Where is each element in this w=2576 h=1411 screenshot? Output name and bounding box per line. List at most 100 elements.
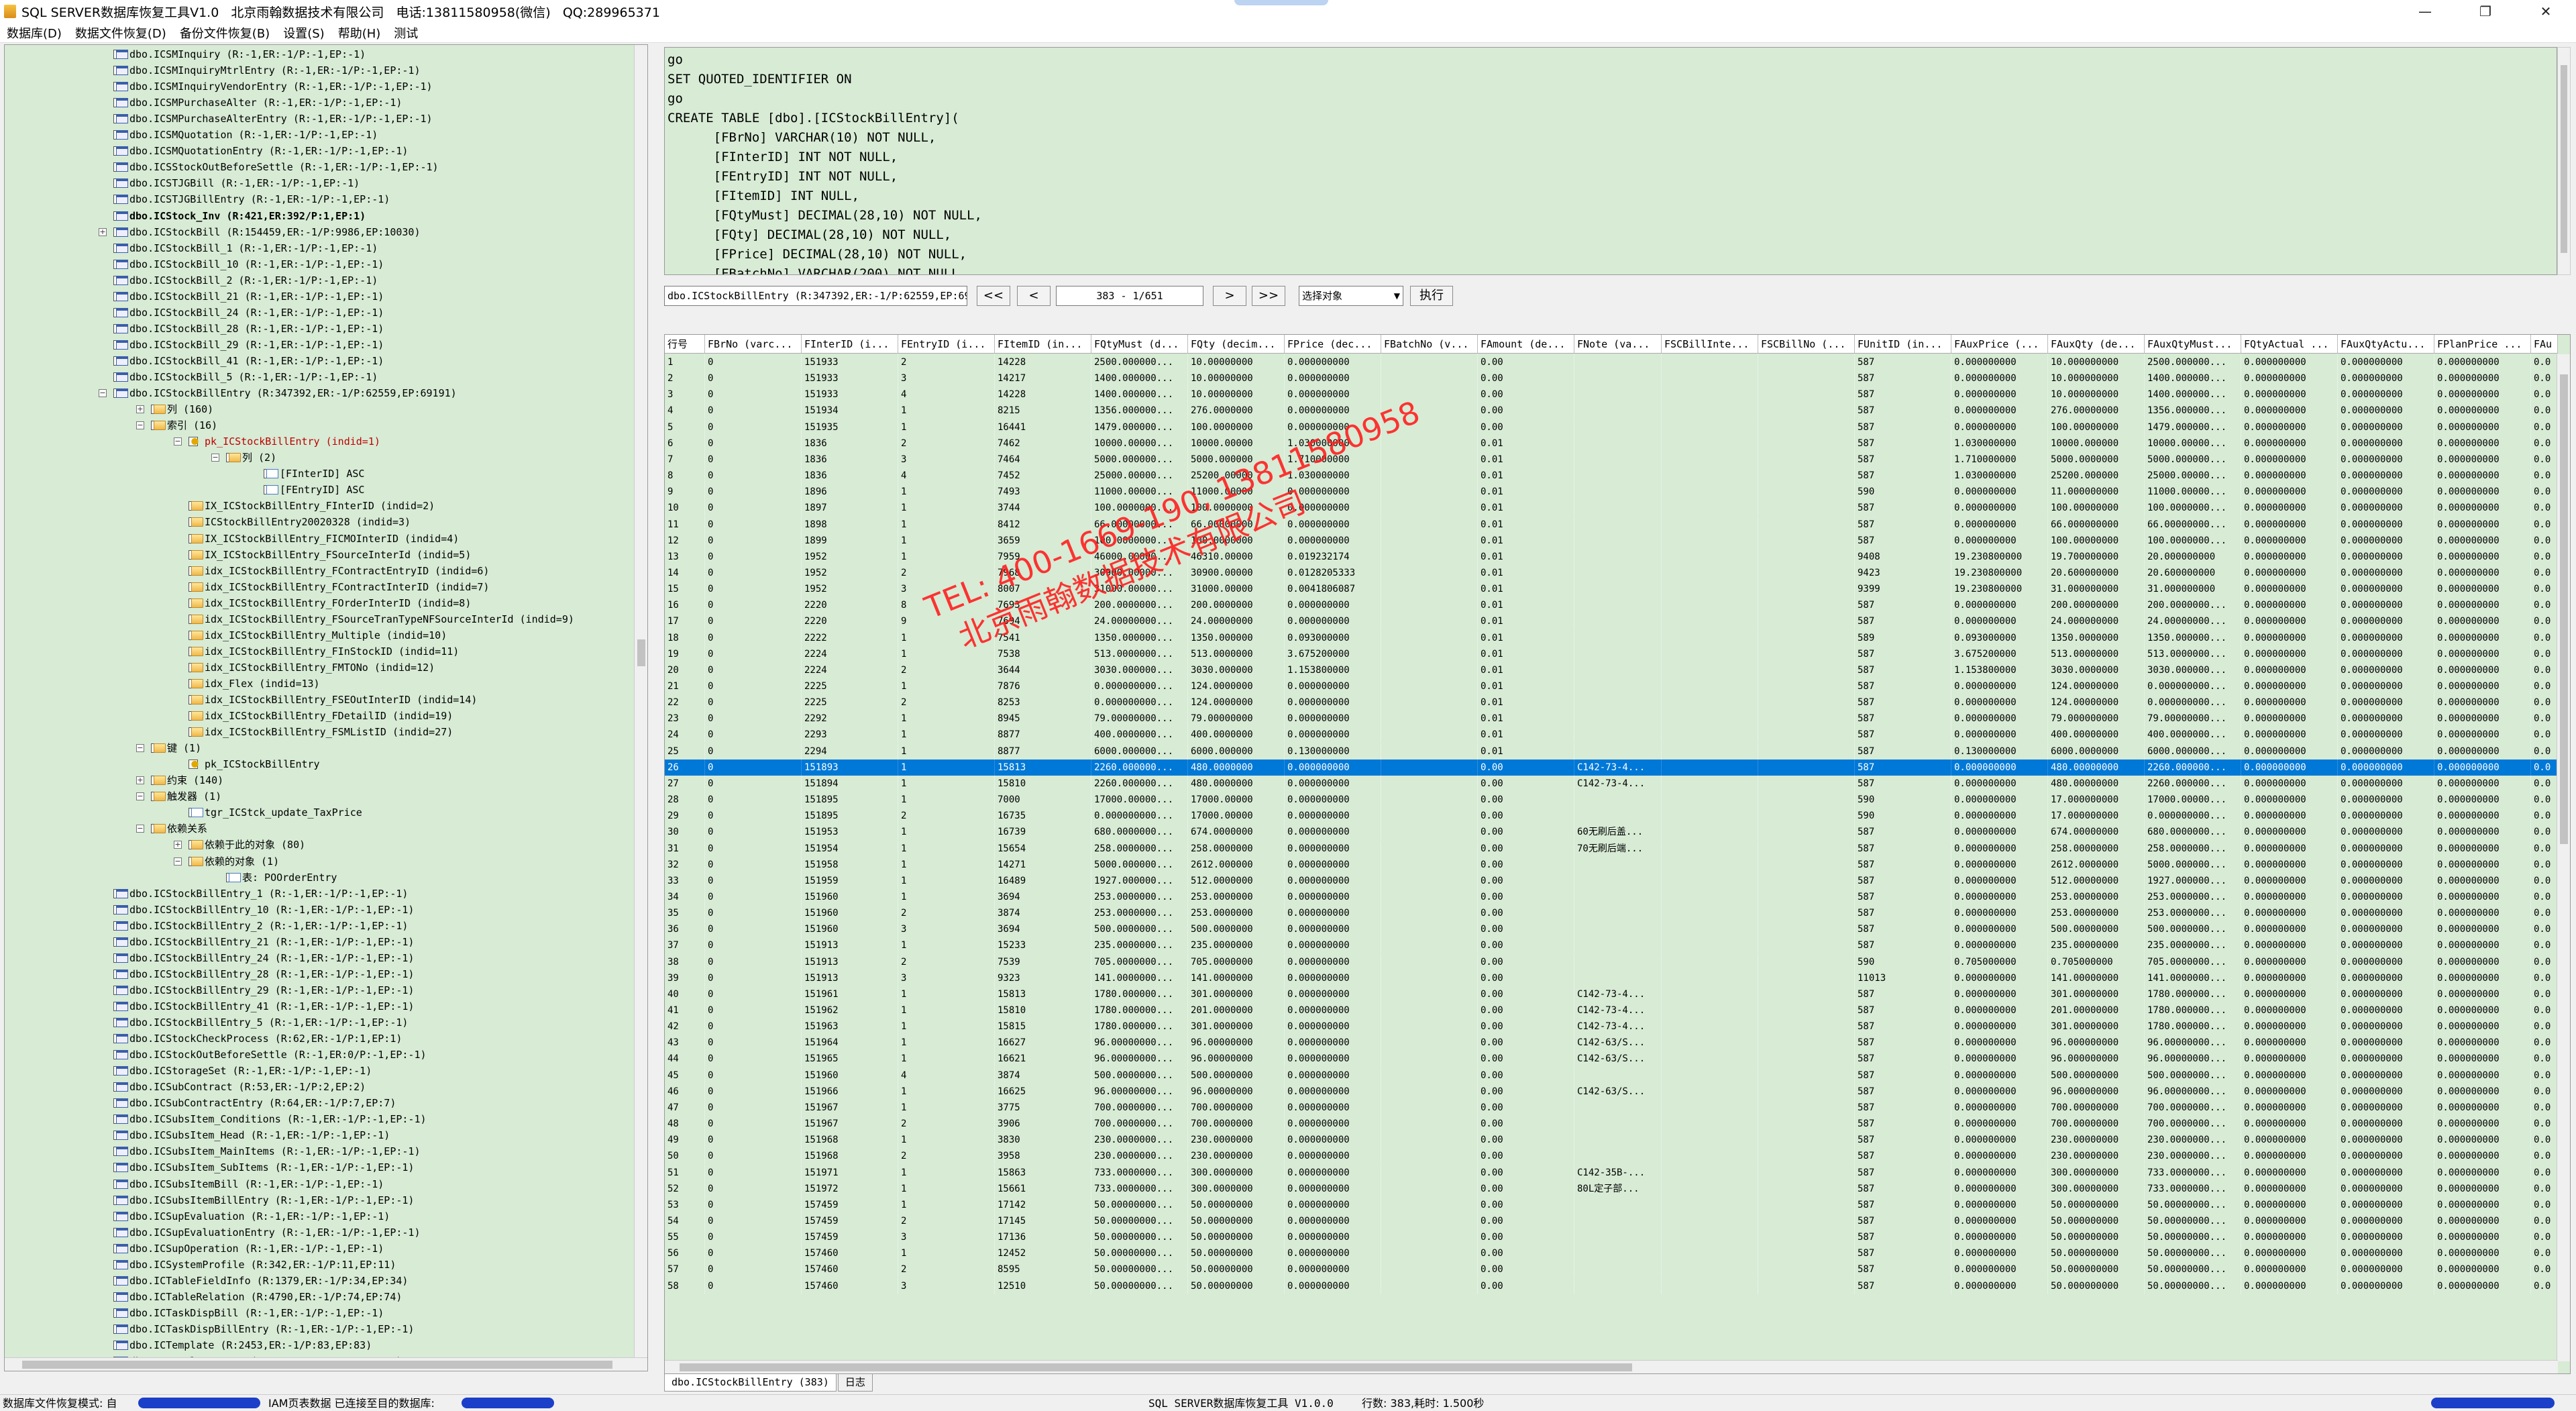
table-row[interactable]: 24 0 2293 1 8877 400.0000000... 400.0000000 0.0… xyxy=(665,727,2558,743)
grid-vertical-scrollbar[interactable] xyxy=(2557,354,2570,1361)
table-row[interactable]: 18 0 2222 1 7541 1350.000000... 1350.000000 0.0… xyxy=(665,629,2558,646)
tree-node[interactable]: dbo.ICSubsItem_SubItems (R:-1,ER:-1/P:-1… xyxy=(5,1159,629,1175)
column-header[interactable]: FAuxQty (de... xyxy=(2048,335,2145,354)
tree-node[interactable]: dbo.ICStockBill_2 (R:-1,ER:-1/P:-1,EP:-1… xyxy=(5,272,629,289)
table-row[interactable]: 25 0 2294 1 8877 6000.000000... 6000.000000 0.1… xyxy=(665,743,2558,760)
table-row[interactable]: 32 0 151958 1 14271 5000.000000... 2612.000000… xyxy=(665,856,2558,873)
table-row[interactable]: 40 0 151961 1 15813 1780.000000... 301.0000000… xyxy=(665,986,2558,1002)
tree-node[interactable]: dbo.ICStockBill_28 (R:-1,ER:-1/P:-1,EP:-… xyxy=(5,321,629,337)
table-row[interactable]: 57 0 157460 2 8595 50.00000000... 50.00000000 0… xyxy=(665,1261,2558,1278)
table-row[interactable]: 28 0 151895 1 7000 17000.00000... 17000.00000 0… xyxy=(665,792,2558,808)
table-row[interactable]: 7 0 1836 3 7464 5000.000000... 5000.000000 1.71… xyxy=(665,451,2558,468)
tree-hscroll-thumb[interactable] xyxy=(22,1361,612,1369)
table-row[interactable]: 26 0 151893 1 15813 2260.000000... 480.0000000… xyxy=(665,759,2558,776)
tree-node[interactable]: dbo.ICStockBillEntry_2 (R:-1,ER:-1/P:-1,… xyxy=(5,918,629,934)
next-page-button[interactable]: > xyxy=(1213,286,1246,306)
tree-node[interactable]: dbo.ICTableRelation (R:4790,ER:-1/P:74,E… xyxy=(5,1289,629,1305)
table-row[interactable]: 1 0 151933 2 14228 2500.000000... 10.00000000 0… xyxy=(665,354,2558,370)
tree-node[interactable]: idx_ICStockBillEntry_FDetailID (indid=19… xyxy=(5,708,629,724)
table-row[interactable]: 14 0 1952 2 7968 30900.00000... 30900.00000 0.0… xyxy=(665,564,2558,581)
tree-node[interactable]: idx_ICStockBillEntry_FInStockID (indid=1… xyxy=(5,643,629,660)
tree-node[interactable]: dbo.ICStorageSet (R:-1,ER:-1/P:-1,EP:-1) xyxy=(5,1063,629,1079)
collapse-icon[interactable]: − xyxy=(136,744,144,753)
column-header[interactable]: FQtyActual ... xyxy=(2241,335,2338,354)
tree-node[interactable]: dbo.ICSupEvaluationEntry (R:-1,ER:-1/P:-… xyxy=(5,1224,629,1241)
data-grid[interactable]: 行号 FBrNo (varc... FInterID (i... FEntryID (… xyxy=(664,334,2571,1374)
sql-script-view[interactable]: go SET QUOTED_IDENTIFIER ON go CREATE TABLE… xyxy=(664,47,2557,275)
table-row[interactable]: 47 0 151967 1 3775 700.0000000... 700.0000000 0… xyxy=(665,1099,2558,1116)
table-row[interactable]: 36 0 151960 3 3694 500.0000000... 500.0000000 0… xyxy=(665,921,2558,938)
tree-node[interactable]: dbo.ICSubsItemBill (R:-1,ER:-1/P:-1,EP:-… xyxy=(5,1176,629,1192)
expand-icon[interactable]: + xyxy=(99,227,107,236)
column-header[interactable]: FAuxPrice (... xyxy=(1951,335,2048,354)
prev-page-button[interactable]: < xyxy=(1017,286,1051,306)
maximize-button[interactable]: ❐ xyxy=(2455,0,2516,23)
column-header[interactable]: FAu xyxy=(2531,335,2558,354)
table-row[interactable]: 42 0 151963 1 15815 1780.000000... 301.0000000… xyxy=(665,1018,2558,1035)
column-header[interactable]: FAmount (de... xyxy=(1478,335,1574,354)
table-row[interactable]: 33 0 151959 1 16489 1927.000000... 512.0000000… xyxy=(665,872,2558,889)
tree-node[interactable]: − 触发器 (1) xyxy=(5,788,629,804)
tree-node[interactable]: idx_ICStockBillEntry_FSMListID (indid=27… xyxy=(5,724,629,740)
tree-node[interactable]: dbo.ICSupEvaluation (R:-1,ER:-1/P:-1,EP:… xyxy=(5,1208,629,1224)
tree-node[interactable]: dbo.ICSubsItem_Head (R:-1,ER:-1/P:-1,EP:… xyxy=(5,1127,629,1143)
tree-node[interactable]: dbo.ICSubsItemBillEntry (R:-1,ER:-1/P:-1… xyxy=(5,1192,629,1208)
tree-node[interactable]: dbo.ICStockOutBeforeSettle (R:-1,ER:0/P:… xyxy=(5,1047,629,1063)
tree-node[interactable]: [FEntryID] ASC xyxy=(5,482,629,498)
table-row[interactable]: 53 0 157459 1 17142 50.00000000... 50.00000000… xyxy=(665,1196,2558,1213)
tree-node[interactable]: IX_ICStockBillEntry_FInterID (indid=2) xyxy=(5,498,629,514)
tree-node[interactable]: dbo.ICSubsItem_MainItems (R:-1,ER:-1/P:-… xyxy=(5,1143,629,1159)
table-row[interactable]: 39 0 151913 3 9323 141.0000000... 141.0000000 0… xyxy=(665,970,2558,986)
tree-vertical-scrollbar[interactable] xyxy=(634,45,647,1357)
column-header[interactable]: FItemID (in... xyxy=(995,335,1091,354)
minimize-button[interactable]: — xyxy=(2395,0,2455,23)
tree-node[interactable]: dbo.ICTableFieldInfo (R:1379,ER:-1/P:34,… xyxy=(5,1273,629,1289)
tree-node[interactable]: dbo.ICSMInquiryVendorEntry (R:-1,ER:-1/P… xyxy=(5,79,629,95)
column-header[interactable]: 行号 xyxy=(665,335,705,354)
tree-node[interactable]: dbo.ICStock_Inv (R:421,ER:392/P:1,EP:1) xyxy=(5,208,629,224)
tree-node[interactable]: idx_Flex (indid=13) xyxy=(5,676,629,692)
tree-node[interactable]: dbo.ICSMQuotationEntry (R:-1,ER:-1/P:-1,… xyxy=(5,143,629,159)
table-row[interactable]: 21 0 2225 1 7876 0.000000000... 124.0000000 0.0… xyxy=(665,678,2558,694)
tab-table-data[interactable]: dbo.ICStockBillEntry (383) xyxy=(664,1374,837,1392)
tree-node[interactable]: dbo.ICStockBill_5 (R:-1,ER:-1/P:-1,EP:-1… xyxy=(5,369,629,385)
table-row[interactable]: 13 0 1952 1 7959 46000.00000... 46310.00000 0.0… xyxy=(665,548,2558,565)
table-row[interactable]: 3 0 151933 4 14228 1400.000000... 10.00000000 0… xyxy=(665,386,2558,403)
last-page-button[interactable]: >> xyxy=(1252,286,1285,306)
tree-node[interactable]: idx_ICStockBillEntry_FMTONo (indid=12) xyxy=(5,660,629,676)
table-row[interactable]: 27 0 151894 1 15810 2260.000000... 480.0000000… xyxy=(665,775,2558,792)
table-row[interactable]: 30 0 151953 1 16739 680.0000000... 674.0000000… xyxy=(665,824,2558,841)
column-header[interactable]: FQtyMust (d... xyxy=(1091,335,1188,354)
tree-node[interactable]: pk_ICStockBillEntry xyxy=(5,756,629,772)
menu-data-file-recovery[interactable]: 数据文件恢复(D) xyxy=(68,24,173,42)
menu-backup-file-recovery[interactable]: 备份文件恢复(B) xyxy=(173,24,276,42)
close-button[interactable]: ✕ xyxy=(2516,0,2576,23)
tree-horizontal-scrollbar[interactable] xyxy=(5,1357,647,1371)
first-page-button[interactable]: << xyxy=(977,286,1010,306)
tree-node[interactable]: dbo.ICSMInquiry (R:-1,ER:-1/P:-1,EP:-1) xyxy=(5,46,629,62)
table-row[interactable]: 12 0 1899 1 3659 100.0000000... 100.0000000 0.0… xyxy=(665,532,2558,549)
table-row[interactable]: 37 0 151913 1 15233 235.0000000... 235.0000000… xyxy=(665,937,2558,954)
collapse-icon[interactable]: − xyxy=(136,792,144,801)
table-row[interactable]: 44 0 151965 1 16621 96.00000000... 96.00000000… xyxy=(665,1051,2558,1067)
tree-node[interactable]: IX_ICStockBillEntry_FSourceInterId (indi… xyxy=(5,547,629,563)
table-row[interactable]: 8 0 1836 4 7452 25000.00000... 25200.00000 1.03… xyxy=(665,468,2558,484)
tree-node[interactable]: idx_ICStockBillEntry_FOrderInterID (indi… xyxy=(5,595,629,611)
tree-node[interactable]: dbo.ICSMPurchaseAlter (R:-1,ER:-1/P:-1,E… xyxy=(5,95,629,111)
tree-node[interactable]: dbo.ICSystemProfile (R:342,ER:-1/P:11,EP… xyxy=(5,1257,629,1273)
tree-node[interactable]: − 键 (1) xyxy=(5,740,629,756)
table-row[interactable]: 35 0 151960 2 3874 253.0000000... 253.0000000 0… xyxy=(665,905,2558,922)
table-row[interactable]: 31 0 151954 1 15654 258.0000000... 258.0000000… xyxy=(665,840,2558,857)
tree-node[interactable]: + 依赖于此的对象 (80) xyxy=(5,837,629,853)
tab-log[interactable]: 日志 xyxy=(837,1374,873,1392)
tree-node[interactable]: dbo.ICSMPurchaseAlterEntry (R:-1,ER:-1/P… xyxy=(5,111,629,127)
column-header[interactable]: FBatchNo (v... xyxy=(1381,335,1478,354)
expand-icon[interactable]: + xyxy=(136,776,144,785)
table-row[interactable]: 54 0 157459 2 17145 50.00000000... 50.00000000… xyxy=(665,1212,2558,1229)
menu-test[interactable]: 测试 xyxy=(387,24,425,42)
expand-icon[interactable]: + xyxy=(136,405,144,414)
sql-vertical-scrollbar[interactable] xyxy=(2557,47,2571,275)
tree-node[interactable]: ICStockBillEntry20020328 (indid=3) xyxy=(5,514,629,530)
tree-node[interactable]: dbo.ICStockBillEntry_29 (R:-1,ER:-1/P:-1… xyxy=(5,982,629,998)
collapse-icon[interactable]: − xyxy=(174,437,182,446)
